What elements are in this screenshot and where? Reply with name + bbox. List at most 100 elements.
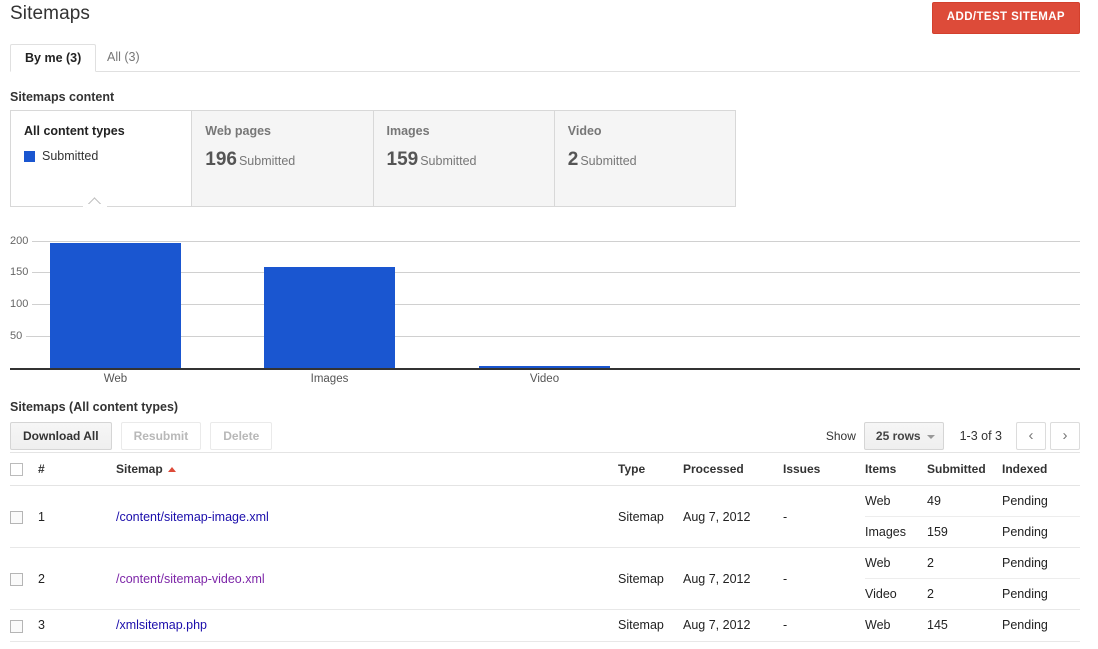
detail-row: Video xyxy=(865,579,927,610)
table-row[interactable]: 3/xmlsitemap.php Sitemap Aug 7, 2012- Web 14… xyxy=(10,609,1080,642)
card-number: 159 xyxy=(386,149,419,170)
row-type: Sitemap xyxy=(618,485,683,549)
row-select-cell xyxy=(10,609,38,642)
row-checkbox[interactable] xyxy=(10,510,23,524)
selected-card-pointer-mask xyxy=(83,204,107,207)
row-items-cell: Web xyxy=(865,609,927,642)
detail-indexed: Pending xyxy=(1002,618,1048,633)
detail-items: Web xyxy=(865,486,927,518)
detail-row: Pending xyxy=(1002,579,1080,610)
row-select-cell xyxy=(10,547,38,611)
column-indexed[interactable]: Indexed xyxy=(1002,451,1080,487)
pagination-controls: Show 25 rows 1-3 of 3 ‹ › xyxy=(826,422,1080,450)
row-processed: Aug 7, 2012 xyxy=(683,485,783,549)
chart-bar[interactable] xyxy=(50,243,181,368)
detail-indexed: Pending xyxy=(1002,525,1048,540)
chart-y-axis-tick: 150 xyxy=(10,266,33,279)
card-value: 159 Submitted xyxy=(387,149,554,171)
card-legend: Submitted xyxy=(24,149,191,163)
card-value: 2 Submitted xyxy=(568,149,735,171)
chart-bar[interactable] xyxy=(264,266,395,368)
legend-swatch-icon xyxy=(24,150,35,162)
page-title: Sitemaps xyxy=(10,3,91,24)
tab-underline xyxy=(10,71,1080,72)
row-submitted-cell: 49 159 xyxy=(927,485,1002,549)
card-unit: Submitted xyxy=(420,154,477,168)
column-items[interactable]: Items xyxy=(865,451,927,487)
row-processed: Aug 7, 2012 xyxy=(683,547,783,611)
detail-row: Web xyxy=(865,548,927,580)
detail-row: 49 xyxy=(927,486,1002,518)
card-unit: Submitted xyxy=(580,154,637,168)
delete-button[interactable]: Delete xyxy=(210,422,273,450)
column-submitted[interactable]: Submitted xyxy=(927,451,1002,487)
chart-x-axis xyxy=(10,368,1080,370)
show-label: Show xyxy=(825,429,856,443)
column-sitemap-label: Sitemap xyxy=(116,462,163,477)
table-row[interactable]: 2/content/sitemap-video.xml Sitemap Aug 7,… xyxy=(10,547,1080,611)
next-page-button[interactable]: › xyxy=(1050,422,1080,450)
row-number: 3 xyxy=(38,609,116,642)
rows-per-page-select[interactable]: 25 rows xyxy=(863,422,944,450)
chart-x-axis-label: Images xyxy=(310,373,349,385)
card-title: Video xyxy=(567,124,602,138)
detail-items: Video xyxy=(865,587,897,602)
column-number[interactable]: # xyxy=(38,451,116,487)
card-images[interactable]: Images 159 Submitted xyxy=(374,111,555,206)
detail-row: Pending xyxy=(1002,548,1080,580)
table-toolbar: Download All Resubmit Delete Show 25 row… xyxy=(10,422,1080,452)
sitemap-link[interactable]: /content/sitemap-image.xml xyxy=(116,510,269,524)
column-sitemap[interactable]: Sitemap xyxy=(116,451,618,487)
row-checkbox[interactable] xyxy=(10,619,23,633)
content-type-cards: All content types Submitted Web pages 19… xyxy=(10,110,736,216)
download-all-button[interactable]: Download All xyxy=(10,422,112,450)
card-video[interactable]: Video 2 Submitted xyxy=(555,111,735,206)
card-web-pages[interactable]: Web pages 196 Submitted xyxy=(192,111,374,206)
page-header: Sitemaps ADD/TEST SITEMAP xyxy=(0,0,1098,40)
row-sitemap-cell: /content/sitemap-video.xml xyxy=(116,547,618,611)
detail-submitted: 145 xyxy=(927,618,948,633)
detail-items: Web xyxy=(865,618,891,633)
card-value: 196 Submitted xyxy=(205,149,372,171)
row-checkbox[interactable] xyxy=(10,572,23,586)
card-title: Images xyxy=(386,124,430,138)
sitemap-link[interactable]: /content/sitemap-video.xml xyxy=(116,572,265,586)
detail-row: Images xyxy=(865,517,927,548)
card-all-content-types[interactable]: All content types Submitted xyxy=(11,111,193,216)
detail-row: 145 xyxy=(927,610,1002,640)
detail-submitted: 49 xyxy=(927,486,1002,518)
detail-indexed: Pending xyxy=(1002,587,1048,602)
chart-bar[interactable] xyxy=(479,366,610,368)
column-type[interactable]: Type xyxy=(618,451,683,487)
detail-items: Web xyxy=(865,548,927,580)
card-title: All content types xyxy=(24,124,125,138)
add-test-sitemap-button[interactable]: ADD/TEST SITEMAP xyxy=(931,2,1080,34)
sitemaps-table: # Sitemap Type Processed Issues Items Su… xyxy=(10,451,1080,642)
table-head: # Sitemap Type Processed Issues Items Su… xyxy=(10,451,1080,487)
detail-indexed: Pending xyxy=(1002,486,1080,518)
chart-gridline xyxy=(10,240,1080,242)
table-body: 1/content/sitemap-image.xml Sitemap Aug 7,… xyxy=(10,485,1080,642)
detail-submitted: 2 xyxy=(927,587,934,602)
sitemap-link[interactable]: /xmlsitemap.php xyxy=(116,618,207,632)
chart-y-axis-tick: 200 xyxy=(10,234,33,247)
table-header-row: # Sitemap Type Processed Issues Items Su… xyxy=(10,451,1080,487)
resubmit-button[interactable]: Resubmit xyxy=(120,422,202,450)
previous-page-button[interactable]: ‹ xyxy=(1016,422,1046,450)
tab-all[interactable]: All (3) xyxy=(93,44,154,72)
detail-row: 2 xyxy=(927,548,1002,580)
table-row[interactable]: 1/content/sitemap-image.xml Sitemap Aug 7,… xyxy=(10,485,1080,549)
tab-by-me[interactable]: By me (3) xyxy=(10,44,97,72)
select-all-checkbox[interactable] xyxy=(10,463,23,477)
row-sitemap-cell: /content/sitemap-image.xml xyxy=(116,485,618,549)
column-processed[interactable]: Processed xyxy=(683,451,783,487)
card-title: Web pages xyxy=(205,124,272,138)
row-processed: Aug 7, 2012 xyxy=(683,609,783,642)
row-indexed-cell: Pending xyxy=(1002,609,1080,642)
chart-x-axis-label: Video xyxy=(529,373,560,385)
detail-row: Pending xyxy=(1002,610,1080,640)
column-issues[interactable]: Issues xyxy=(783,451,865,487)
row-submitted-cell: 22 xyxy=(927,547,1002,611)
row-select-cell xyxy=(10,485,38,549)
row-indexed-cell: Pending Pending xyxy=(1002,547,1080,611)
